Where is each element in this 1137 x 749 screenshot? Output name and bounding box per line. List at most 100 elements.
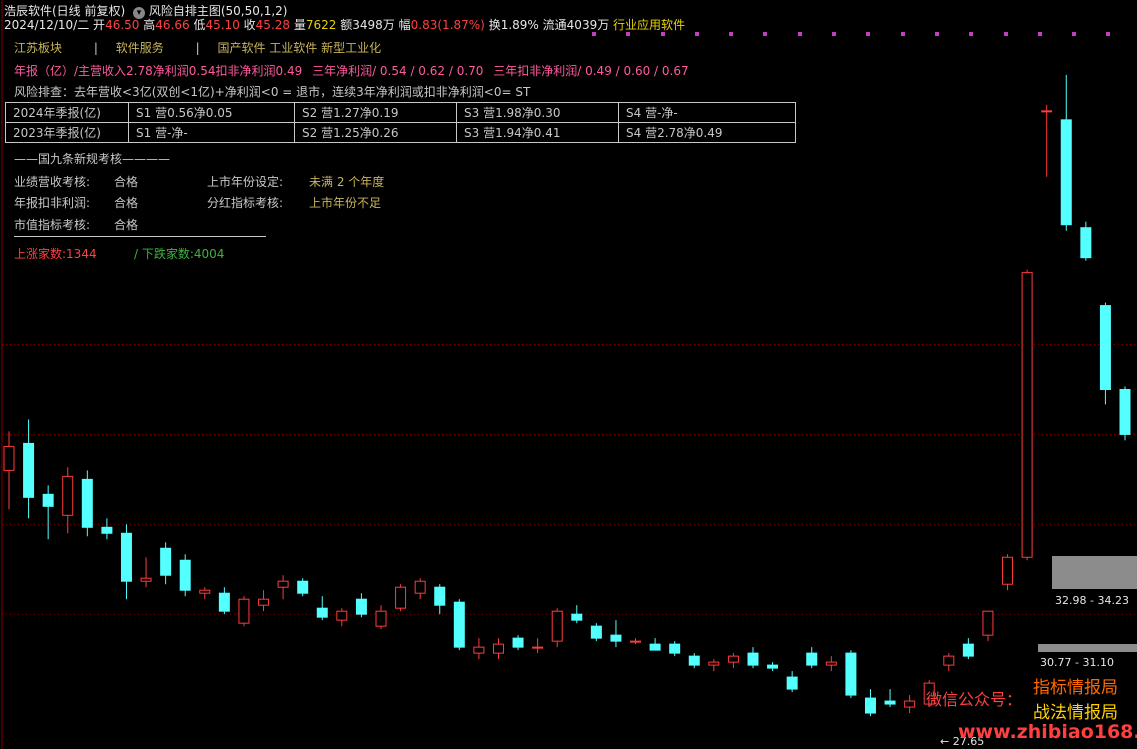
candle[interactable] bbox=[258, 590, 270, 612]
candle-body bbox=[1060, 119, 1072, 226]
annual-report-row: 年报（亿）/主营收入2.78净利润0.54扣非净利润0.49 三年净利润/ 0.… bbox=[14, 62, 689, 79]
candle[interactable] bbox=[943, 653, 955, 672]
up-count-row: 上涨家数:1344 bbox=[14, 245, 97, 262]
candle-body bbox=[551, 610, 563, 642]
candle[interactable] bbox=[179, 554, 191, 597]
candle[interactable] bbox=[825, 656, 837, 672]
candle[interactable] bbox=[1041, 104, 1053, 177]
candle[interactable] bbox=[590, 623, 602, 642]
vol-value: 7622 bbox=[305, 18, 337, 32]
candle[interactable] bbox=[610, 620, 622, 648]
candle[interactable] bbox=[512, 635, 524, 651]
candle[interactable] bbox=[747, 647, 759, 669]
candle[interactable] bbox=[571, 605, 583, 624]
candle-body bbox=[610, 634, 622, 642]
candle[interactable] bbox=[199, 587, 211, 600]
candle[interactable] bbox=[62, 467, 74, 534]
close-value: 45.28 bbox=[255, 18, 291, 32]
candle[interactable] bbox=[120, 524, 132, 600]
candle-body bbox=[199, 589, 211, 594]
candle[interactable] bbox=[982, 610, 994, 642]
candle[interactable] bbox=[727, 653, 739, 669]
candle[interactable] bbox=[1080, 221, 1092, 261]
candle[interactable] bbox=[453, 599, 465, 651]
candle[interactable] bbox=[1021, 269, 1033, 561]
upper-zone-box bbox=[1052, 556, 1137, 589]
candle-body bbox=[767, 664, 779, 669]
candle[interactable] bbox=[532, 638, 544, 654]
candle-body bbox=[473, 646, 485, 654]
industry-label[interactable]: 行业应用软件 bbox=[613, 18, 685, 32]
candle[interactable] bbox=[904, 695, 916, 714]
sector-software[interactable]: 软件服务 bbox=[116, 41, 164, 55]
ohlc-row: 2024/12/10/二 开46.50 高46.66 低45.10 收45.28… bbox=[4, 16, 685, 33]
candle-body bbox=[884, 700, 896, 705]
candle-body bbox=[825, 661, 837, 666]
candle[interactable] bbox=[1002, 554, 1014, 591]
season-cell: S1 营-净- bbox=[128, 122, 295, 143]
candle[interactable] bbox=[238, 596, 250, 627]
season-cell: S1 营0.56净0.05 bbox=[128, 102, 295, 123]
candle-body bbox=[179, 559, 191, 591]
candle-body bbox=[395, 586, 407, 609]
candle[interactable] bbox=[884, 689, 896, 708]
change-label: 幅 bbox=[398, 18, 411, 32]
candle[interactable] bbox=[101, 518, 113, 540]
candle[interactable] bbox=[316, 596, 328, 621]
candle[interactable] bbox=[218, 587, 230, 615]
candle[interactable] bbox=[786, 671, 798, 693]
candle[interactable] bbox=[806, 647, 818, 669]
candle[interactable] bbox=[23, 419, 35, 519]
watermark-site: www.zhibiao168.com bbox=[958, 721, 1137, 743]
open-value: 46.50 bbox=[105, 18, 140, 32]
candle-body bbox=[630, 640, 642, 643]
marker-dot bbox=[969, 32, 973, 36]
candle-body bbox=[786, 676, 798, 690]
candle[interactable] bbox=[1060, 74, 1072, 231]
candle[interactable] bbox=[3, 431, 15, 510]
candle-body bbox=[845, 652, 857, 696]
candle[interactable] bbox=[551, 608, 563, 648]
candle-body bbox=[238, 598, 250, 624]
candle[interactable] bbox=[395, 584, 407, 612]
candle-body bbox=[904, 700, 916, 708]
candle[interactable] bbox=[630, 638, 642, 645]
candle[interactable] bbox=[140, 557, 152, 588]
candle[interactable] bbox=[336, 608, 348, 627]
marker-dot bbox=[695, 32, 699, 36]
candle[interactable] bbox=[767, 662, 779, 672]
candle[interactable] bbox=[277, 575, 289, 600]
candle[interactable] bbox=[962, 638, 974, 660]
candle[interactable] bbox=[1099, 302, 1111, 405]
up-value: 1344 bbox=[66, 247, 97, 261]
candle[interactable] bbox=[160, 542, 172, 585]
candle-body bbox=[727, 655, 739, 663]
change-value: 0.83(1.87%) bbox=[410, 18, 485, 32]
sector-jiangsu[interactable]: 江苏板块 bbox=[14, 41, 62, 55]
candle[interactable] bbox=[845, 650, 857, 699]
candle-body bbox=[747, 652, 759, 666]
candle[interactable] bbox=[355, 593, 367, 618]
candle[interactable] bbox=[1119, 386, 1131, 441]
season-cell: S4 营2.78净0.49 bbox=[618, 122, 796, 143]
candle[interactable] bbox=[688, 653, 700, 669]
candle[interactable] bbox=[42, 485, 54, 540]
candle[interactable] bbox=[649, 638, 661, 651]
candle[interactable] bbox=[297, 578, 309, 597]
candle[interactable] bbox=[708, 659, 720, 672]
candle[interactable] bbox=[434, 584, 446, 615]
candle[interactable] bbox=[473, 638, 485, 660]
nine-r1b-label: 上市年份设定: bbox=[207, 175, 284, 189]
candle[interactable] bbox=[375, 605, 387, 630]
candle[interactable] bbox=[669, 641, 681, 657]
up-label: 上涨家数: bbox=[14, 247, 67, 261]
season-cell: S2 营1.27净0.19 bbox=[294, 102, 457, 123]
candle[interactable] bbox=[414, 578, 426, 600]
candle[interactable] bbox=[81, 470, 93, 537]
candle[interactable] bbox=[492, 638, 504, 660]
sector-row: 江苏板块 | 软件服务 | 国产软件 工业软件 新型工业化 bbox=[14, 39, 381, 56]
season-cell: S4 营-净- bbox=[618, 102, 796, 123]
sector-concepts[interactable]: 国产软件 工业软件 新型工业化 bbox=[217, 41, 381, 55]
candle-body bbox=[453, 601, 465, 648]
candle[interactable] bbox=[864, 689, 876, 717]
